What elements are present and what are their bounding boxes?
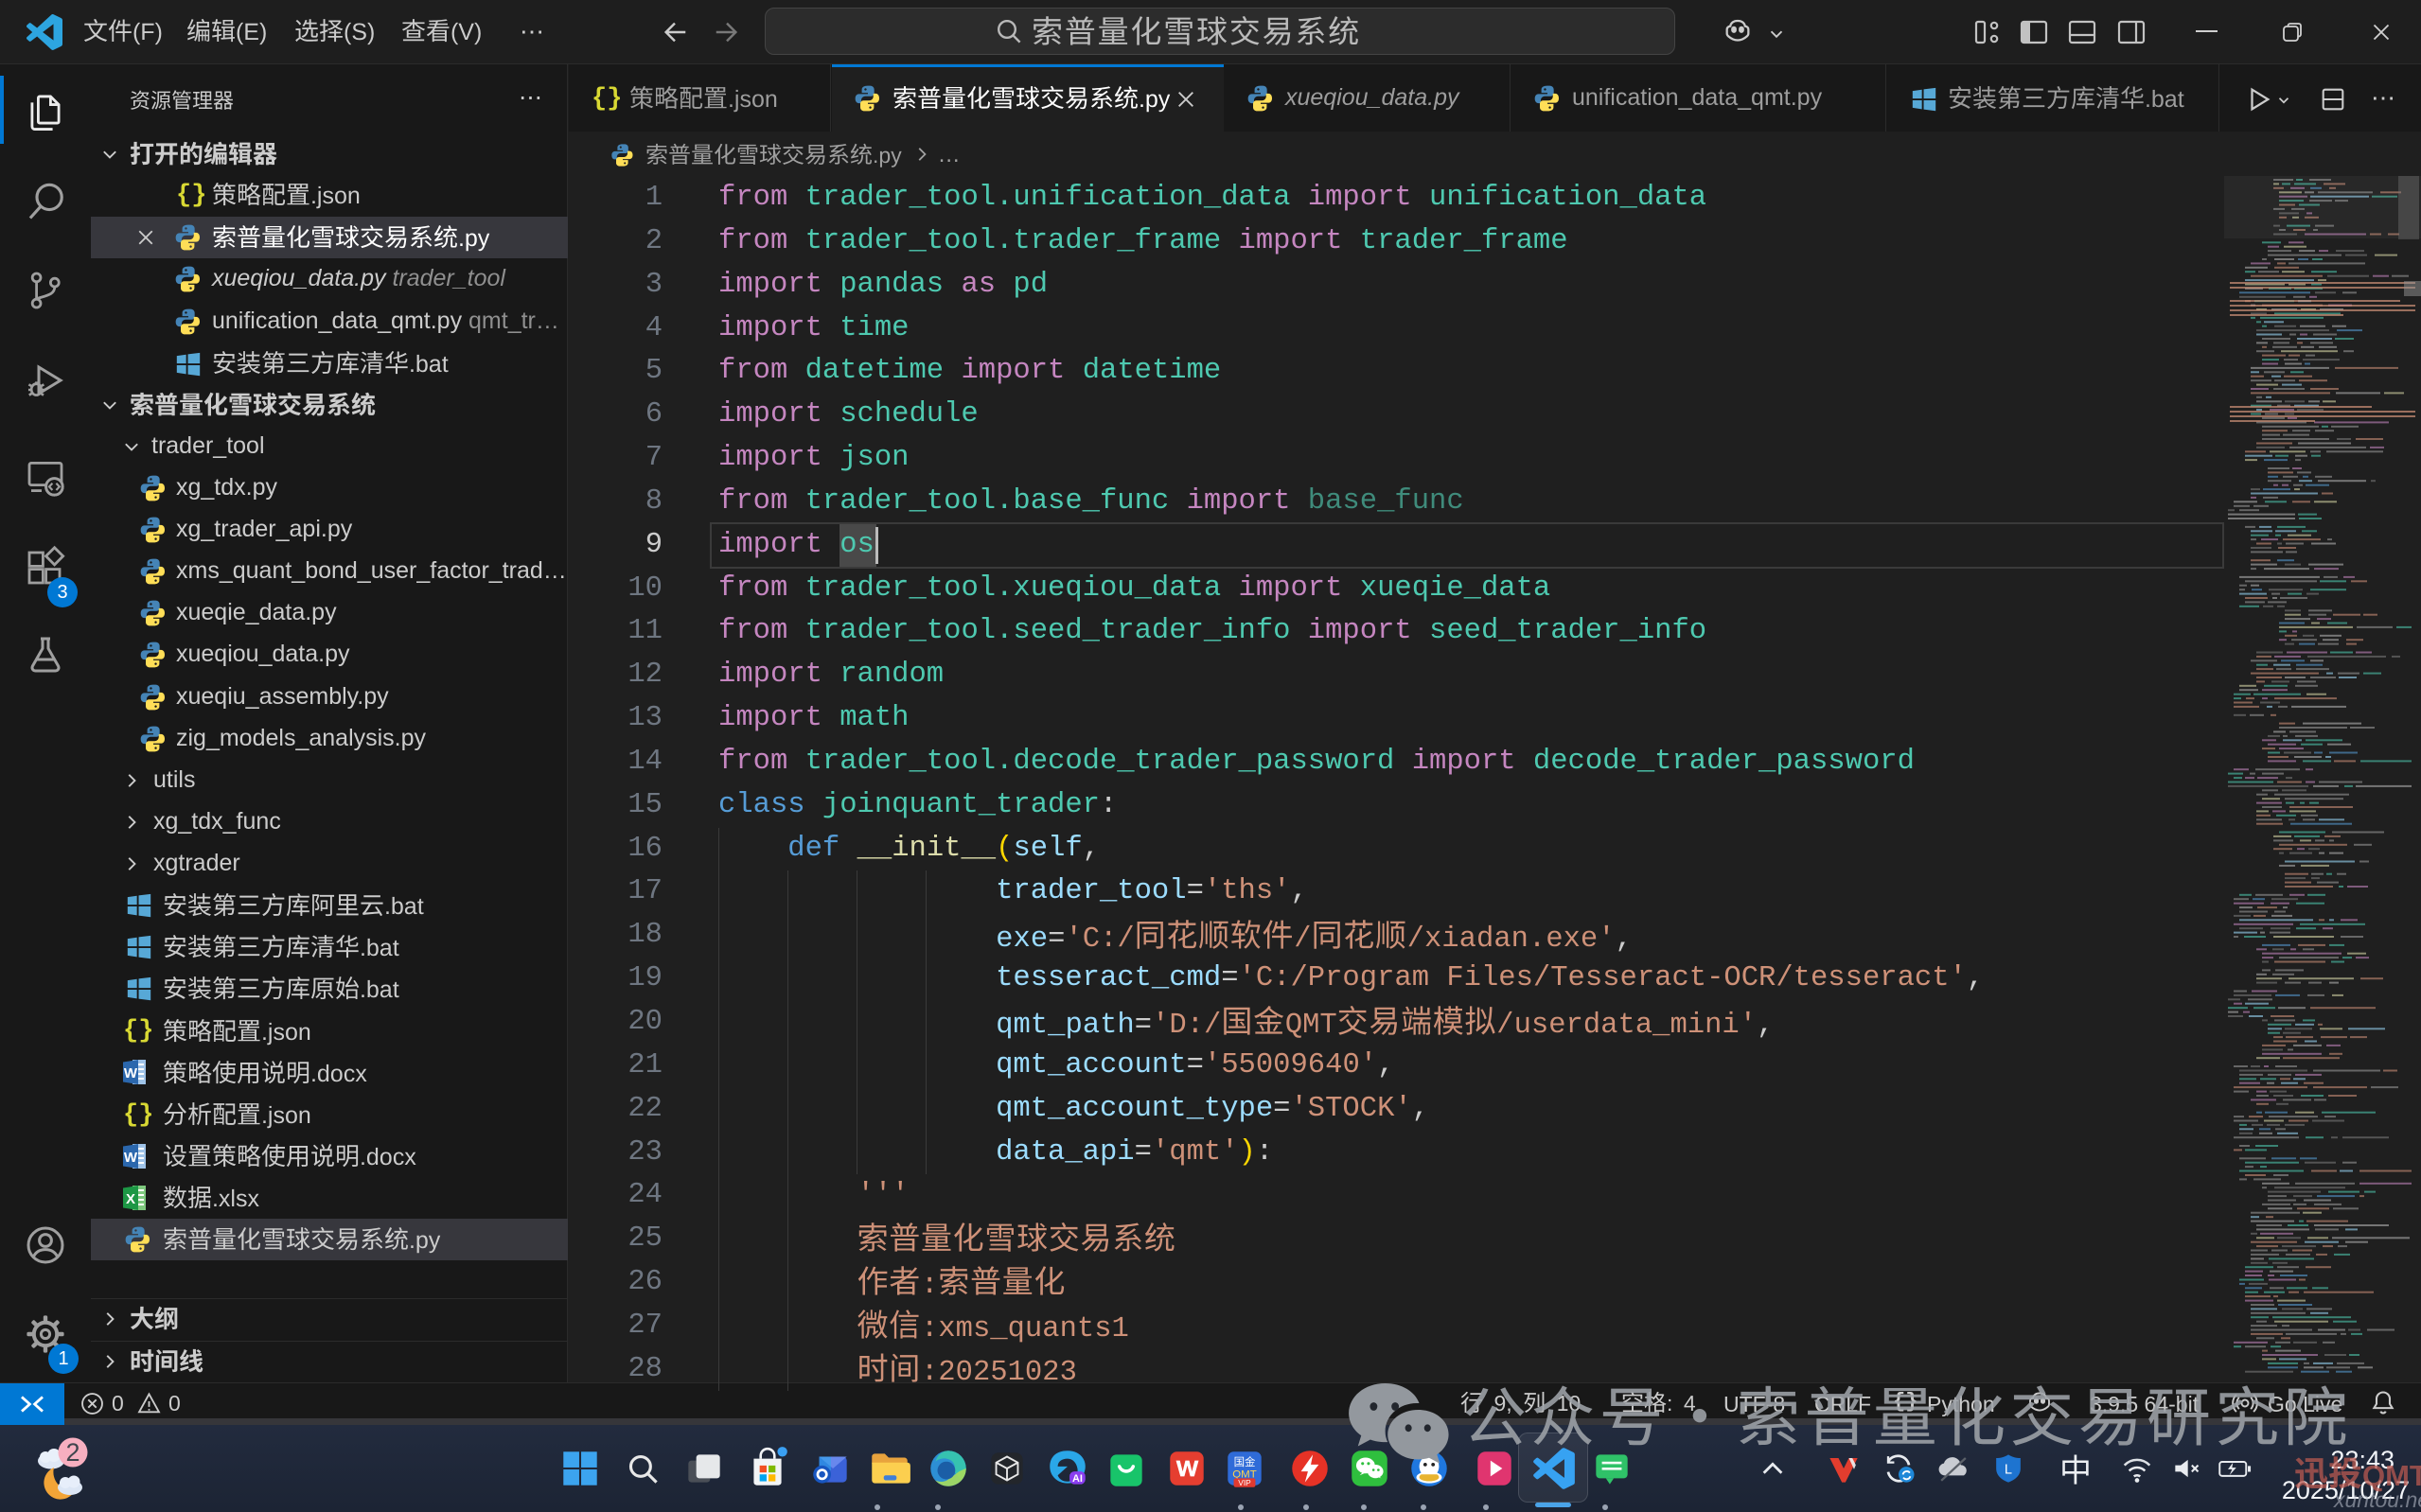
svg-text:2: 2 bbox=[65, 1438, 80, 1467]
svg-text:AI: AI bbox=[1072, 1473, 1083, 1485]
svg-text:W: W bbox=[124, 1065, 138, 1081]
svg-text:VIP: VIP bbox=[1238, 1478, 1251, 1487]
svg-text:X: X bbox=[126, 1191, 135, 1207]
svg-text:W: W bbox=[124, 1150, 138, 1166]
svg-text:国金: 国金 bbox=[1234, 1455, 1256, 1468]
svg-text:L: L bbox=[2005, 1463, 2012, 1478]
